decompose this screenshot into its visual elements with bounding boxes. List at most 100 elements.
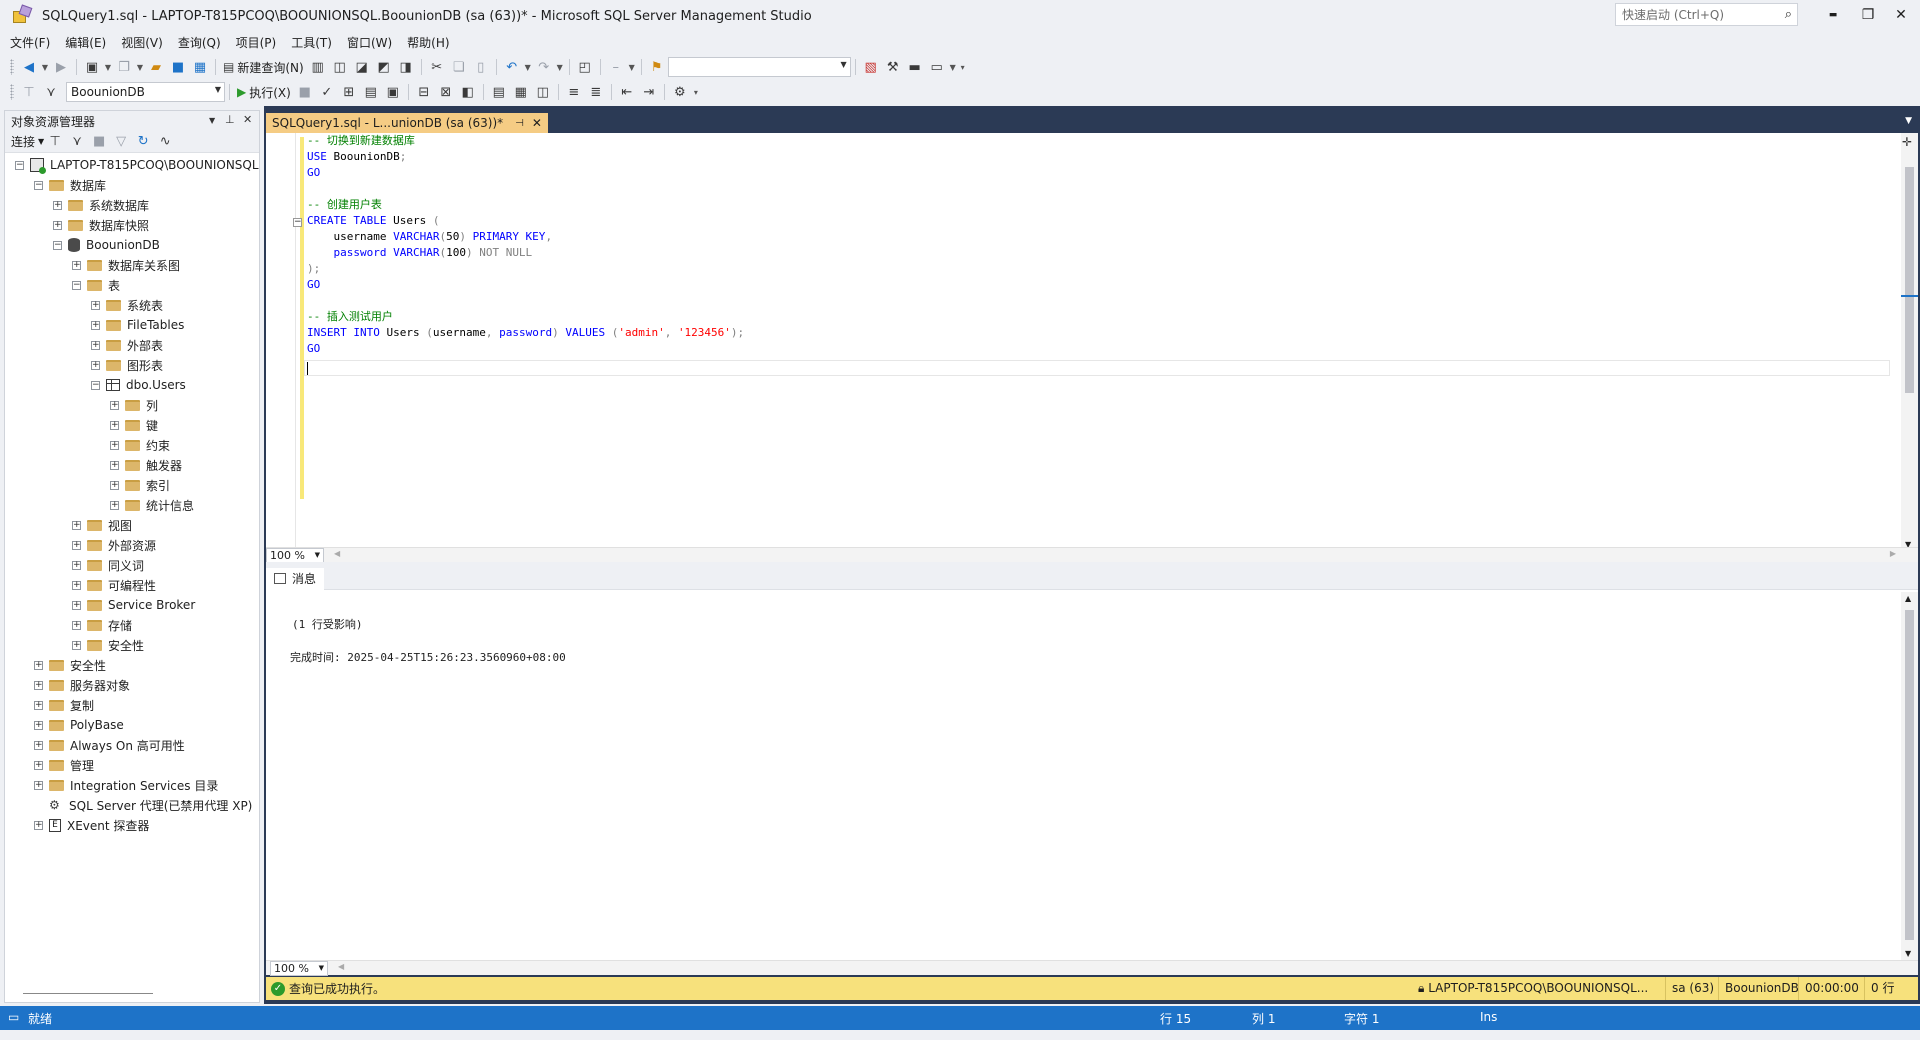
connect-plug-icon[interactable]: ⊤ bbox=[45, 132, 65, 152]
chevron-down-icon[interactable]: ▼ bbox=[556, 57, 564, 77]
quick-launch-input[interactable] bbox=[1622, 7, 1772, 22]
expand-icon[interactable]: + bbox=[91, 320, 100, 330]
pin-icon[interactable]: ⊥ bbox=[225, 113, 235, 126]
execute-button[interactable]: ▶ 执行(X) bbox=[234, 84, 294, 101]
code-line[interactable]: -- 创建用户表 bbox=[303, 197, 744, 213]
uncomment-icon[interactable]: ≣ bbox=[586, 82, 606, 102]
increase-indent-icon[interactable]: ⇥ bbox=[639, 82, 659, 102]
tree-node[interactable]: + 键 bbox=[110, 415, 158, 435]
code-line[interactable]: username VARCHAR(50) PRIMARY KEY, bbox=[303, 229, 744, 245]
collapse-icon[interactable]: − bbox=[15, 160, 24, 170]
expand-icon[interactable]: + bbox=[72, 620, 81, 630]
code-line[interactable] bbox=[303, 293, 744, 309]
new-query-button[interactable]: ▤ 新建查询(N) bbox=[220, 59, 307, 76]
tree-node[interactable]: + Service Broker bbox=[72, 595, 195, 615]
menu-file[interactable]: 文件(F) bbox=[4, 33, 59, 52]
estimated-plan-icon[interactable]: ⊞ bbox=[339, 82, 359, 102]
open-file-icon[interactable]: ▰ bbox=[146, 57, 166, 77]
tree-node[interactable]: + 外部表 bbox=[91, 335, 163, 355]
new-project-icon[interactable]: ▣ bbox=[82, 57, 102, 77]
query-options-icon[interactable]: ▣ bbox=[383, 82, 403, 102]
menu-view[interactable]: 视图(V) bbox=[115, 33, 172, 52]
scroll-down-icon[interactable]: ▼ bbox=[1905, 949, 1911, 958]
live-stats-icon[interactable]: ◧ bbox=[458, 82, 478, 102]
copy-icon[interactable]: ❏ bbox=[449, 57, 469, 77]
code-line[interactable]: password VARCHAR(100) NOT NULL bbox=[303, 245, 744, 261]
editor-zoom-select[interactable]: 100 % ▼ bbox=[266, 548, 324, 563]
toolbar-grip[interactable] bbox=[10, 59, 14, 75]
dmx-query-icon[interactable]: ◪ bbox=[352, 57, 372, 77]
menu-edit[interactable]: 编辑(E) bbox=[59, 33, 115, 52]
tree-node[interactable]: + 外部资源 bbox=[72, 535, 156, 555]
close-button[interactable]: ✕ bbox=[1886, 4, 1916, 26]
tree-node[interactable]: + 复制 bbox=[34, 695, 94, 715]
tree-node[interactable]: + 列 bbox=[110, 395, 158, 415]
cut-icon[interactable]: ✂ bbox=[427, 57, 447, 77]
solution-config-select[interactable]: ▼ bbox=[667, 57, 851, 77]
disconnect-icon[interactable]: ⋎ bbox=[67, 132, 87, 152]
activity-icon[interactable]: ∿ bbox=[155, 132, 175, 152]
expand-icon[interactable]: + bbox=[72, 260, 81, 270]
tree-node[interactable]: + 安全性 bbox=[72, 635, 144, 655]
tree-node[interactable]: + Integration Services 目录 bbox=[34, 775, 218, 795]
comment-icon[interactable]: ≡ bbox=[564, 82, 584, 102]
expand-icon[interactable]: + bbox=[110, 480, 119, 490]
scroll-left-icon[interactable]: ◀ bbox=[334, 549, 340, 558]
tab-overflow-icon[interactable]: ▼ bbox=[1905, 116, 1912, 126]
close-icon[interactable]: ✕ bbox=[243, 113, 252, 126]
collapse-icon[interactable]: − bbox=[34, 180, 43, 190]
tree-node[interactable]: + 可编程性 bbox=[72, 575, 156, 595]
dax-query-icon[interactable]: ◨ bbox=[396, 57, 416, 77]
collapse-icon[interactable]: − bbox=[53, 240, 62, 250]
collapse-outline-icon[interactable]: − bbox=[293, 218, 302, 227]
back-icon[interactable]: ◀ bbox=[19, 57, 39, 77]
chevron-down-icon[interactable]: ▼ bbox=[949, 57, 957, 77]
tree-node[interactable]: − BoounionDB bbox=[53, 235, 160, 255]
scroll-left-icon[interactable]: ◀ bbox=[338, 962, 344, 971]
parse-icon[interactable]: ✓ bbox=[317, 82, 337, 102]
wrench-icon[interactable]: ⚒ bbox=[883, 57, 903, 77]
specify-template-icon[interactable]: ⚙ bbox=[670, 82, 690, 102]
stop-icon[interactable]: ■ bbox=[89, 132, 109, 152]
chevron-down-icon[interactable]: ▼ bbox=[41, 57, 49, 77]
expand-icon[interactable]: + bbox=[53, 200, 62, 210]
code-line[interactable]: GO bbox=[303, 341, 744, 357]
chevron-down-icon[interactable]: ▼ bbox=[524, 57, 532, 77]
expand-icon[interactable]: + bbox=[91, 360, 100, 370]
redo-icon[interactable]: ↷ bbox=[534, 57, 554, 77]
menu-window[interactable]: 窗口(W) bbox=[341, 33, 401, 52]
restore-button[interactable]: ❐ bbox=[1853, 4, 1883, 26]
expand-icon[interactable]: + bbox=[34, 780, 43, 790]
results-to-grid-icon[interactable]: ▦ bbox=[511, 82, 531, 102]
tree-node[interactable]: + 数据库关系图 bbox=[72, 255, 180, 275]
properties-icon[interactable]: ▧ bbox=[861, 57, 881, 77]
connect-icon[interactable]: ⊤ bbox=[19, 82, 39, 102]
expand-icon[interactable]: + bbox=[34, 660, 43, 670]
expand-icon[interactable]: + bbox=[53, 220, 62, 230]
tree-node[interactable]: + 视图 bbox=[72, 515, 132, 535]
tree-node[interactable]: + 统计信息 bbox=[110, 495, 194, 515]
code-line[interactable]: USE BoounionDB; bbox=[303, 149, 744, 165]
add-item-icon[interactable]: ❐ bbox=[114, 57, 134, 77]
tree-node[interactable]: + FileTables bbox=[91, 315, 184, 335]
menu-project[interactable]: 项目(P) bbox=[230, 33, 286, 52]
tree-node[interactable]: − dbo.Users bbox=[91, 375, 186, 395]
expand-icon[interactable]: + bbox=[72, 580, 81, 590]
database-engine-query-icon[interactable]: ▥ bbox=[308, 57, 328, 77]
expand-icon[interactable]: + bbox=[91, 300, 100, 310]
chevron-down-icon[interactable]: ▼ bbox=[628, 57, 636, 77]
expand-icon[interactable]: + bbox=[72, 600, 81, 610]
refresh-icon[interactable]: ↻ bbox=[133, 132, 153, 152]
menu-help[interactable]: 帮助(H) bbox=[401, 33, 458, 52]
decrease-indent-icon[interactable]: ⇤ bbox=[617, 82, 637, 102]
database-select[interactable]: BoounionDB ▼ bbox=[66, 82, 225, 102]
save-all-icon[interactable]: ▦ bbox=[190, 57, 210, 77]
expand-icon[interactable]: + bbox=[34, 760, 43, 770]
code-line[interactable]: GO bbox=[303, 165, 744, 181]
tab-messages[interactable]: 消息 bbox=[266, 567, 325, 590]
filter-icon[interactable]: ▽ bbox=[111, 132, 131, 152]
tree-node[interactable]: + 服务器对象 bbox=[34, 675, 130, 695]
menu-tools[interactable]: 工具(T) bbox=[285, 33, 341, 52]
code-line[interactable]: -- 切换到新建数据库 bbox=[303, 133, 744, 149]
code-line[interactable]: ); bbox=[303, 261, 744, 277]
